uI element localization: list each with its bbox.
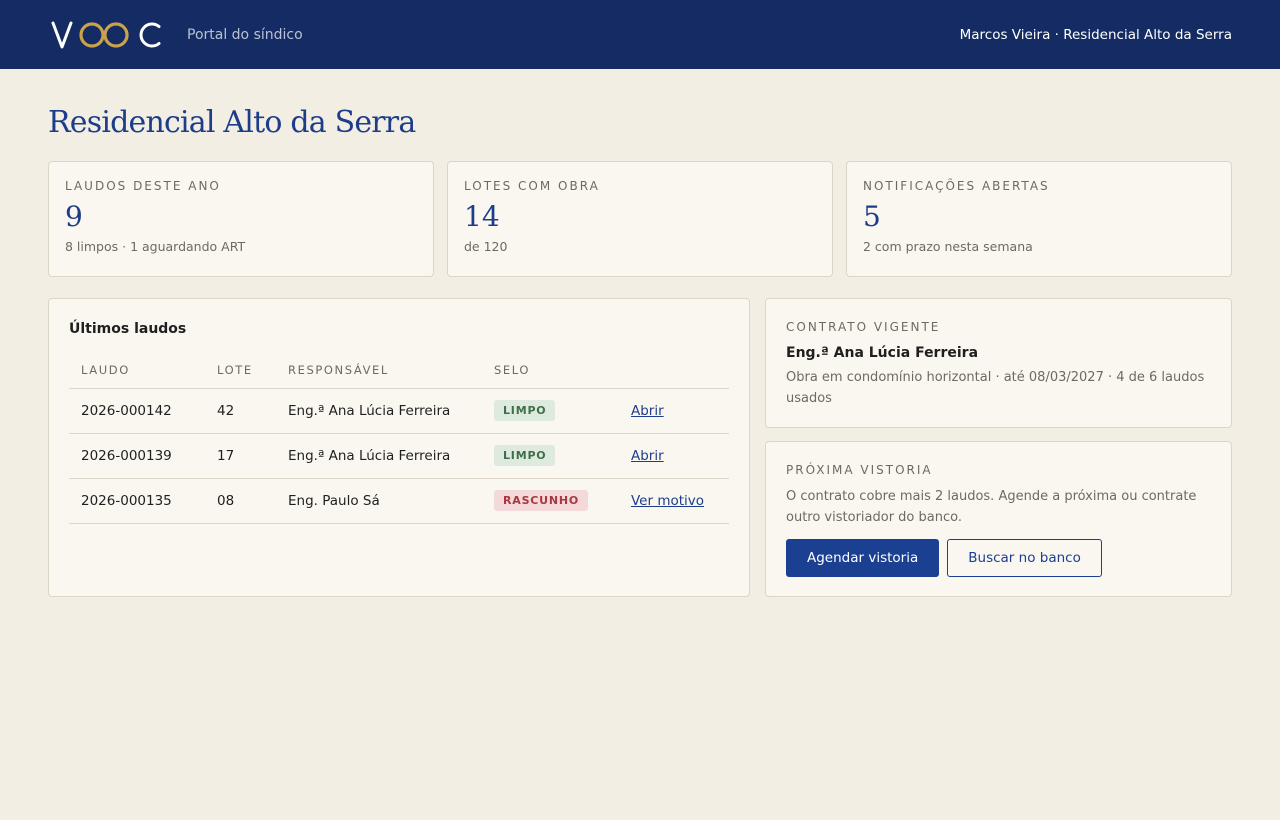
cell-laudo: 2026-000139 (69, 433, 205, 479)
cell-selo: LIMPO (482, 388, 619, 434)
inspection-description: O contrato cobre mais 2 laudos. Agende a… (786, 489, 1197, 525)
cell-action: Ver motivo (619, 478, 729, 524)
table-row: 2026-000139 17 Eng.ª Ana Lúcia Ferreira … (69, 433, 729, 479)
stat-subtext: de 120 (464, 239, 508, 254)
stat-value: 9 (65, 200, 83, 233)
cell-responsavel: Eng.ª Ana Lúcia Ferreira (276, 433, 482, 479)
cell-lote: 42 (205, 388, 276, 434)
cell-lote: 17 (205, 433, 276, 479)
page-title: Residencial Alto da Serra (48, 105, 416, 140)
column-header-selo: SELO (482, 353, 619, 389)
current-contract-card: CONTRATO VIGENTE Eng.ª Ana Lúcia Ferreir… (765, 298, 1232, 428)
table-row: 2026-000142 42 Eng.ª Ana Lúcia Ferreira … (69, 388, 729, 434)
cell-laudo: 2026-000142 (69, 388, 205, 434)
cell-responsavel: Eng.ª Ana Lúcia Ferreira (276, 388, 482, 434)
view-reason-link[interactable]: Ver motivo (631, 493, 704, 509)
contract-engineer-name: Eng.ª Ana Lúcia Ferreira (786, 345, 979, 361)
cell-laudo: 2026-000135 (69, 478, 205, 524)
search-bank-button[interactable]: Buscar no banco (947, 539, 1102, 577)
open-report-link[interactable]: Abrir (631, 403, 664, 419)
column-header-actions (619, 353, 729, 389)
top-bar: Portal do síndico Marcos Vieira · Reside… (0, 0, 1280, 69)
stat-card-laudos: LAUDOS DESTE ANO 9 8 limpos · 1 aguardan… (48, 161, 434, 277)
portal-label: Portal do síndico (187, 26, 303, 43)
open-report-link[interactable]: Abrir (631, 448, 664, 464)
stat-value: 5 (863, 200, 881, 233)
vooc-logo[interactable] (51, 20, 163, 50)
cell-lote: 08 (205, 478, 276, 524)
table-row: 2026-000135 08 Eng. Paulo Sá RASCUNHO Ve… (69, 478, 729, 524)
cell-action: Abrir (619, 433, 729, 479)
status-badge: LIMPO (494, 445, 556, 466)
schedule-inspection-button[interactable]: Agendar vistoria (786, 539, 940, 577)
cell-selo: LIMPO (482, 433, 619, 479)
stat-label: LOTES COM OBRA (464, 179, 600, 193)
reports-table: LAUDO LOTE RESPONSÁVEL SELO 2026-000142 … (69, 353, 729, 524)
column-header-responsavel: RESPONSÁVEL (276, 353, 482, 389)
contract-label: CONTRATO VIGENTE (786, 320, 941, 334)
stat-value: 14 (464, 200, 500, 233)
next-inspection-card: PRÓXIMA VISTORIA O contrato cobre mais 2… (765, 441, 1232, 597)
status-badge: RASCUNHO (494, 490, 589, 511)
user-context[interactable]: Marcos Vieira · Residencial Alto da Serr… (960, 27, 1232, 43)
contract-description: Obra em condomínio horizontal · até 08/0… (786, 370, 1205, 406)
stat-subtext: 2 com prazo nesta semana (863, 239, 1033, 254)
stat-label: NOTIFICAÇÕES ABERTAS (863, 179, 1050, 193)
inspection-actions: Agendar vistoria Buscar no banco (786, 539, 1211, 577)
stat-card-notificacoes: NOTIFICAÇÕES ABERTAS 5 2 com prazo nesta… (846, 161, 1232, 277)
cell-responsavel: Eng. Paulo Sá (276, 478, 482, 524)
cell-selo: RASCUNHO (482, 478, 619, 524)
brand: Portal do síndico (51, 20, 303, 50)
card-title: Últimos laudos (69, 321, 187, 337)
sidebar: CONTRATO VIGENTE Eng.ª Ana Lúcia Ferreir… (765, 298, 1232, 597)
cell-action: Abrir (619, 388, 729, 434)
table-header-row: LAUDO LOTE RESPONSÁVEL SELO (69, 353, 729, 389)
stat-label: LAUDOS DESTE ANO (65, 179, 221, 193)
lower-section: Últimos laudos LAUDO LOTE RESPONSÁVEL SE… (48, 298, 1232, 597)
stats-row: LAUDOS DESTE ANO 9 8 limpos · 1 aguardan… (48, 161, 1232, 277)
stat-card-lotes: LOTES COM OBRA 14 de 120 (447, 161, 833, 277)
status-badge: LIMPO (494, 400, 556, 421)
main-content: Residencial Alto da Serra LAUDOS DESTE A… (0, 103, 1280, 597)
stat-subtext: 8 limpos · 1 aguardando ART (65, 239, 246, 254)
recent-reports-card: Últimos laudos LAUDO LOTE RESPONSÁVEL SE… (48, 298, 750, 597)
column-header-lote: LOTE (205, 353, 276, 389)
column-header-laudo: LAUDO (69, 353, 205, 389)
inspection-label: PRÓXIMA VISTORIA (786, 463, 933, 477)
